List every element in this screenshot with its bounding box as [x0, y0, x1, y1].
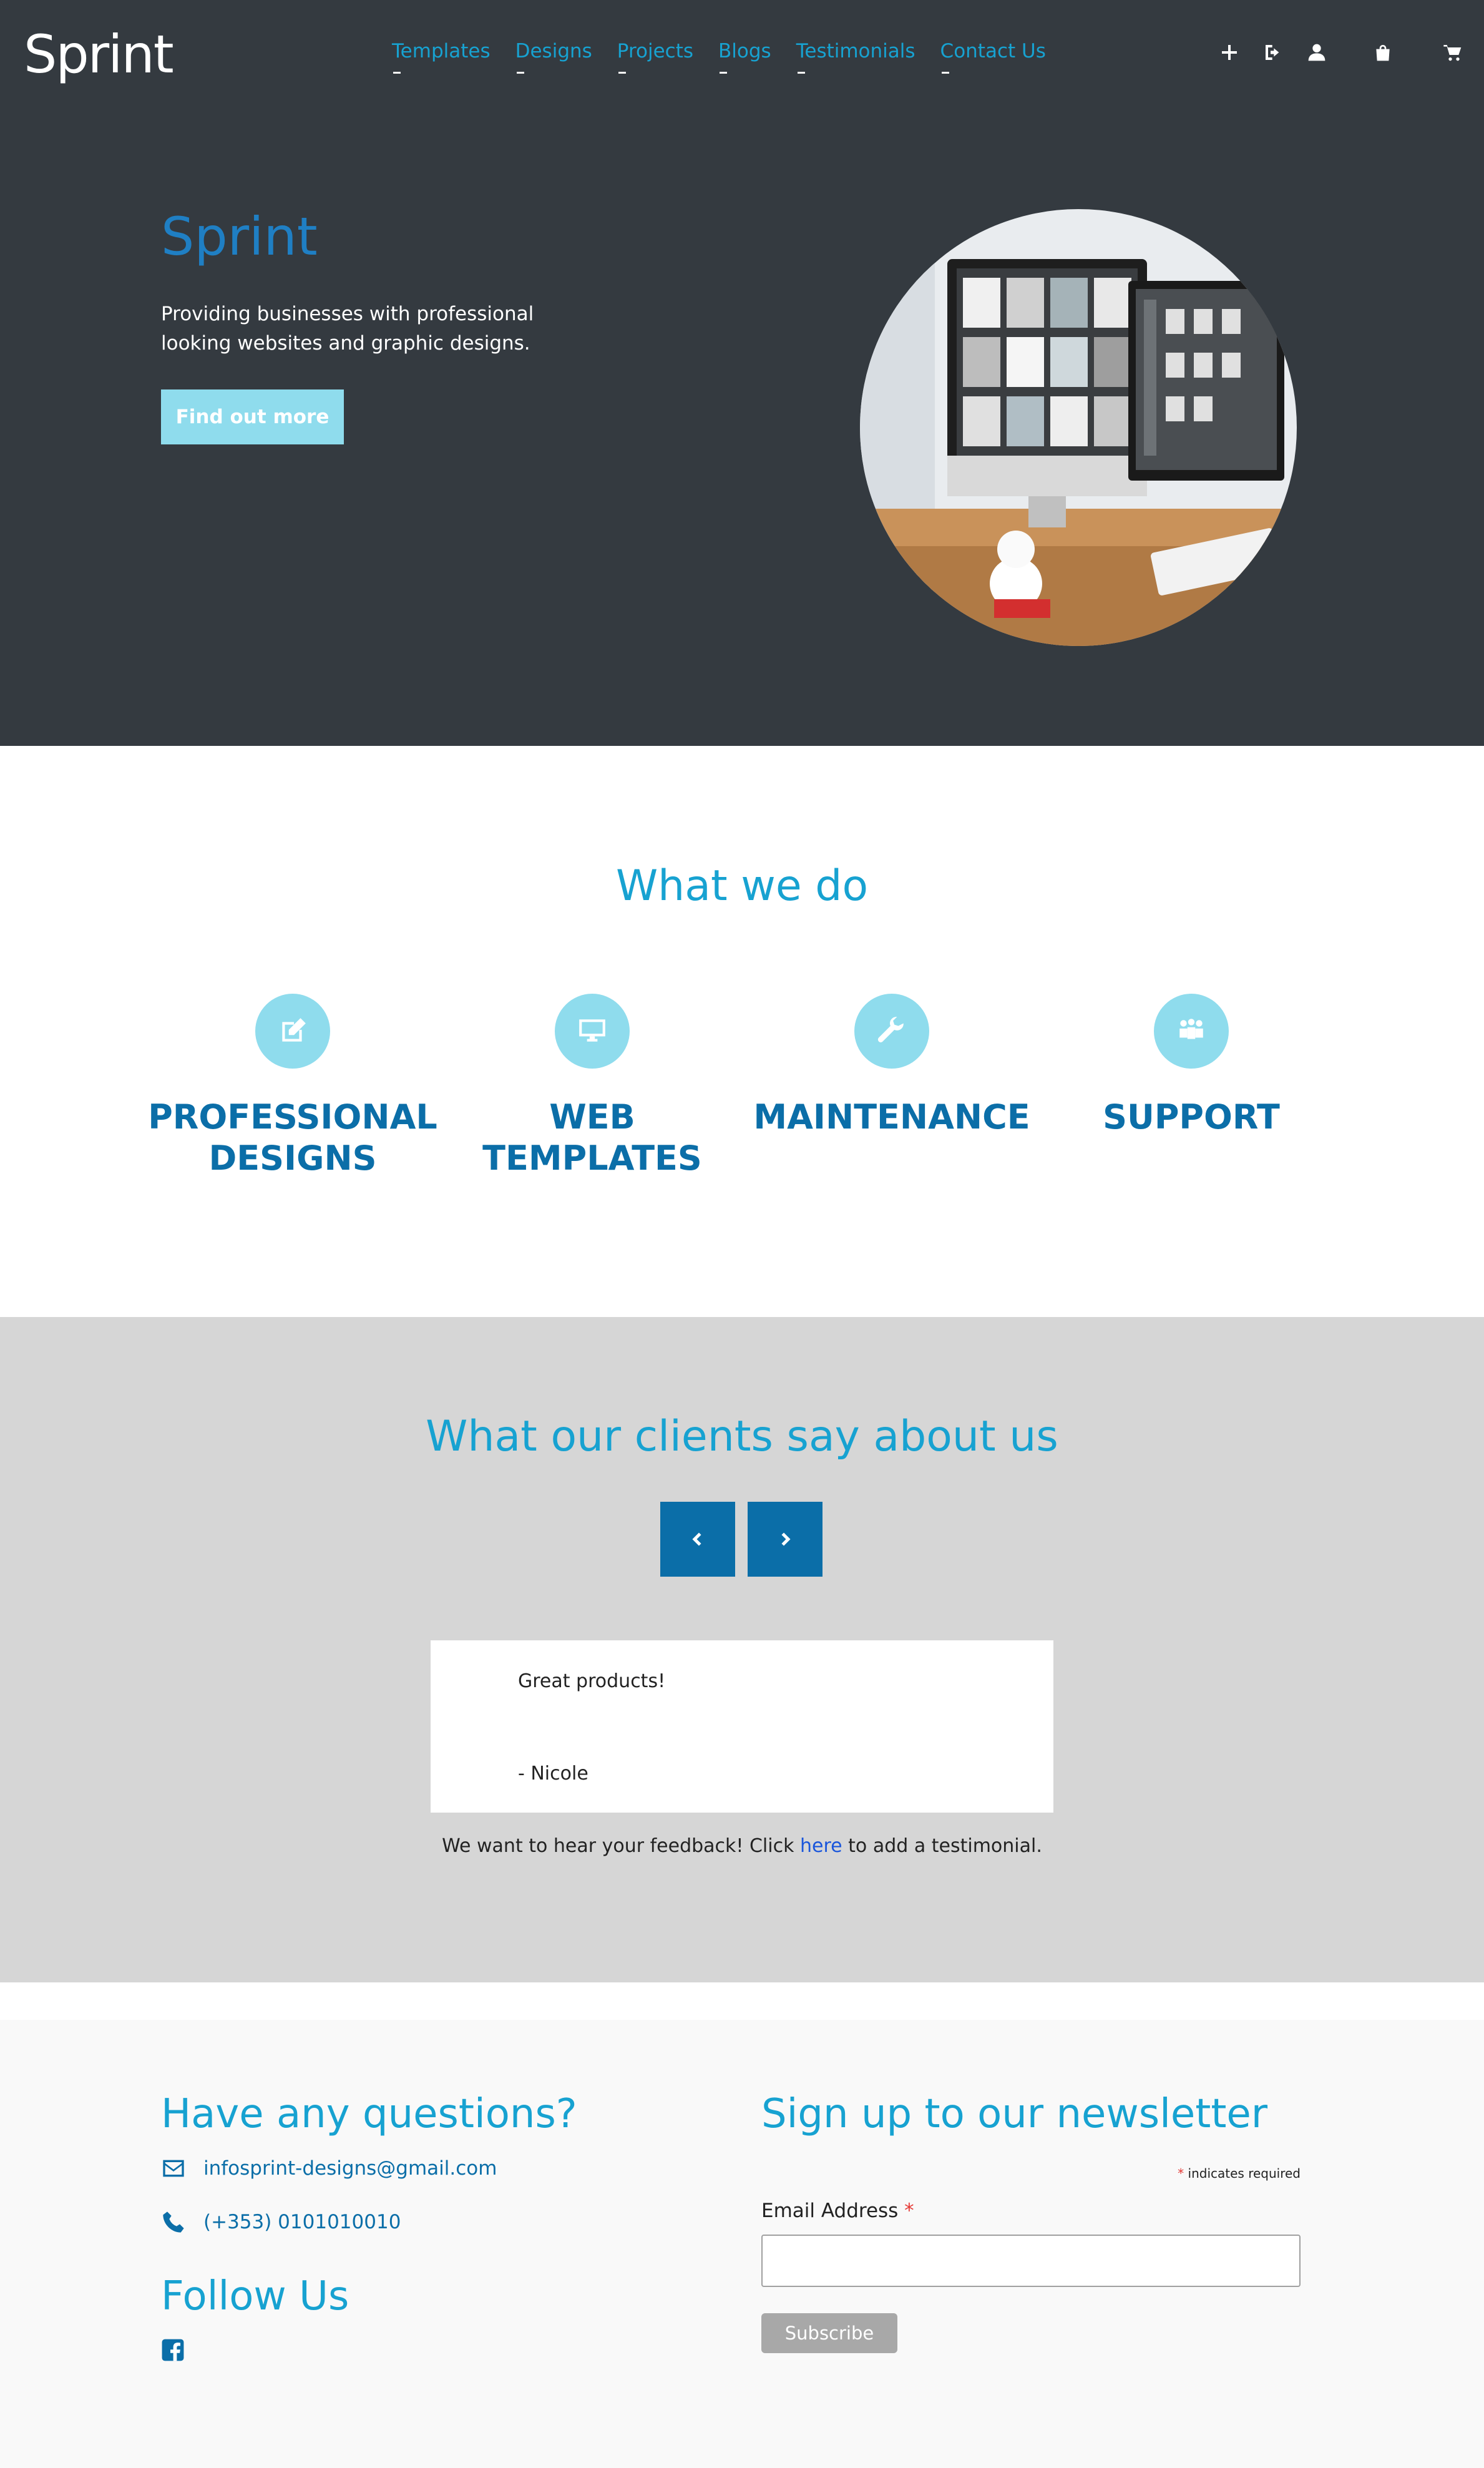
- services-title: What we do: [615, 861, 869, 911]
- subscribe-button[interactable]: Subscribe: [761, 2313, 897, 2353]
- phone-icon: [163, 2211, 184, 2233]
- find-out-more-button[interactable]: Find out more: [161, 389, 344, 444]
- chevron-right-icon: [781, 1532, 791, 1546]
- wrench-icon: [854, 994, 929, 1069]
- shopping-bag-icon[interactable]: [1370, 40, 1395, 65]
- testimonials-title: What our clients say about us: [426, 1412, 1058, 1461]
- chevron-left-icon: [692, 1532, 701, 1546]
- hero-image: [860, 209, 1297, 646]
- nav-designs[interactable]: Designs: [515, 40, 592, 74]
- header-icons: [1217, 40, 1465, 65]
- main-nav: Templates Designs Projects Blogs Testimo…: [392, 40, 1071, 74]
- email-link[interactable]: infosprint-designs@gmail.com: [203, 2157, 497, 2180]
- edit-icon: [255, 994, 330, 1069]
- user-icon[interactable]: [1304, 40, 1329, 65]
- contact-phone[interactable]: (+353) 0101010010: [161, 2210, 401, 2235]
- newsletter-email-input[interactable]: [761, 2235, 1301, 2287]
- phone-link[interactable]: (+353) 0101010010: [203, 2211, 401, 2233]
- required-note: * indicates required: [1178, 2166, 1301, 2181]
- service-label: Maintenance: [753, 1097, 1030, 1137]
- next-testimonial-button[interactable]: [748, 1502, 823, 1577]
- people-icon: [1154, 994, 1229, 1069]
- cart-icon[interactable]: [1440, 40, 1465, 65]
- follow-us-title: Follow Us: [161, 2273, 349, 2319]
- feedback-text: We want to hear your feedback! Click her…: [442, 1835, 1042, 1857]
- nav-contact-us[interactable]: Contact Us: [940, 40, 1046, 74]
- questions-title: Have any questions?: [161, 2091, 577, 2137]
- nav-testimonials[interactable]: Testimonials: [796, 40, 915, 74]
- service-label: Support: [1103, 1097, 1280, 1137]
- newsletter-title: Sign up to our newsletter: [761, 2091, 1268, 2137]
- nav-projects[interactable]: Projects: [617, 40, 693, 74]
- hero-title: Sprint: [161, 206, 318, 267]
- envelope-icon: [163, 2160, 184, 2177]
- nav-blogs[interactable]: Blogs: [718, 40, 771, 74]
- service-label: Professional Designs: [148, 1097, 437, 1178]
- hero-tagline: Providing businesses with professional l…: [161, 303, 534, 355]
- testimonial-quote: Great products!: [518, 1670, 666, 1692]
- email-address-label: Email Address *: [761, 2200, 914, 2222]
- sign-in-icon[interactable]: [1261, 40, 1286, 65]
- testimonial-card: Great products! - Nicole: [431, 1640, 1053, 1813]
- service-maintenance: Maintenance: [742, 994, 1042, 1138]
- monitor-icon: [555, 994, 630, 1069]
- facebook-icon[interactable]: [161, 2338, 185, 2362]
- nav-templates[interactable]: Templates: [392, 40, 491, 74]
- service-web-templates: Web Templates: [442, 994, 742, 1179]
- prev-testimonial-button[interactable]: [660, 1502, 735, 1577]
- service-professional-designs: Professional Designs: [143, 994, 442, 1179]
- testimonial-author: - Nicole: [518, 1763, 588, 1785]
- logo[interactable]: Sprint: [24, 24, 174, 85]
- add-testimonial-link[interactable]: here: [800, 1835, 842, 1857]
- plus-icon[interactable]: [1217, 40, 1242, 65]
- contact-email[interactable]: infosprint-designs@gmail.com: [161, 2156, 497, 2181]
- service-label: Web Templates: [482, 1097, 702, 1178]
- service-support: Support: [1042, 994, 1341, 1138]
